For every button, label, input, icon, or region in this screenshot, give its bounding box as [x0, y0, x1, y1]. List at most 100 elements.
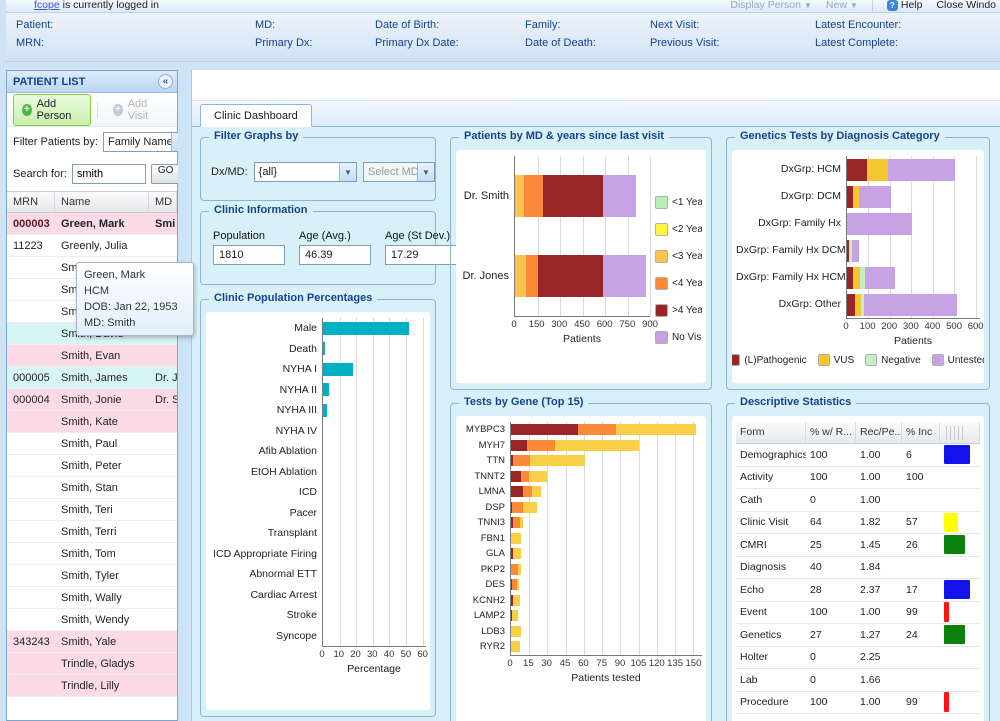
chart-row [511, 453, 702, 469]
stats-inc-cell: 24 [902, 629, 940, 641]
bar-segment [616, 424, 696, 435]
table-row[interactable]: Smith, Wally [7, 587, 177, 609]
tab-clinic-dashboard[interactable]: Clinic Dashboard [200, 104, 312, 127]
add-visit-button[interactable]: +Add Visit [104, 94, 171, 126]
chart-row [323, 482, 426, 503]
table-row[interactable]: Trindle, Lilly [7, 675, 177, 697]
info-field-label: Previous Visit: [650, 37, 815, 49]
chart-row [515, 156, 650, 236]
bar [511, 471, 702, 482]
stats-row[interactable]: Clinic Visit641.8257 [736, 512, 980, 535]
table-row[interactable]: 343243Smith, Yale [7, 631, 177, 653]
table-row[interactable]: Smith, Paul [7, 433, 177, 455]
tick-label: 200 [881, 321, 897, 332]
dx-md-select[interactable]: {all} ▼ [254, 162, 357, 182]
table-row[interactable]: Smith, Evan [7, 345, 177, 367]
table-row[interactable]: Smith, Wendy [7, 609, 177, 631]
panel-splitter[interactable] [178, 70, 192, 721]
bar [323, 445, 426, 458]
cell-mrn: 000004 [7, 394, 55, 406]
stats-form-cell: Clinic Visit [736, 516, 806, 528]
go-button[interactable]: GO [151, 164, 181, 184]
bar-segment [518, 564, 520, 575]
category-labels: MYBPC3MYH7TTNTNNT2LMNADSPTNNI3FBN1GLAPKP… [460, 422, 510, 656]
stats-row[interactable]: Activity1001.00100 [736, 467, 980, 490]
tick-label: 300 [551, 319, 567, 330]
search-input[interactable] [72, 164, 146, 184]
filter-row: Filter Patients by: Family Name ▼ [7, 127, 177, 157]
stats-row[interactable]: Holter02.25 [736, 647, 980, 670]
tick-label: 75 [596, 658, 607, 669]
bar [323, 547, 426, 560]
new-menu[interactable]: New▼ [826, 0, 858, 11]
gridline [962, 426, 963, 440]
table-row[interactable]: 000004Smith, JonieDr. S [7, 389, 177, 411]
info-field-label: Patient: [16, 19, 255, 31]
column-header-name[interactable]: Name [55, 192, 149, 212]
chart-body: MaleDeathNYHA INYHA IINYHA IIINYHA IVAfi… [210, 318, 426, 675]
stats-row[interactable]: CMRI251.4526 [736, 534, 980, 557]
plus-icon: + [22, 104, 32, 116]
column-header-mrn[interactable]: MRN [7, 192, 55, 212]
tick-label: 120 [649, 658, 665, 669]
legend-label: <2 Yea [672, 224, 702, 235]
stats-column-header[interactable]: Rec/Pe... [856, 422, 902, 443]
stats-column-header[interactable]: Form [736, 422, 806, 443]
bar-segment [521, 471, 530, 482]
user-link[interactable]: fcope [34, 0, 60, 11]
chart-area: Dr. SmithDr. Jones0150300450600750900Pat… [460, 156, 702, 383]
chevron-down-icon: ▼ [804, 1, 812, 10]
legend-item: <4 Yea [655, 277, 702, 290]
table-row[interactable]: Smith, Tom [7, 543, 177, 565]
bar-segment [511, 471, 521, 482]
stats-column-header[interactable]: % w/ R... [806, 422, 856, 443]
display-person-menu[interactable]: Display Person▼ [730, 0, 812, 11]
stats-inc-cell: 99 [902, 696, 940, 708]
table-row[interactable]: Smith, Terri [7, 521, 177, 543]
table-row[interactable]: Smith, Tyler [7, 565, 177, 587]
table-row[interactable]: Smith, Teri [7, 499, 177, 521]
chart-body: DxGrp: HCMDxGrp: DCMDxGrp: Family HxDxGr… [736, 156, 980, 347]
patient-info-bar: Patient:MD:Date of Birth:Family:Next Vis… [6, 13, 1000, 62]
column-header-md[interactable]: MD [149, 192, 177, 212]
cell-mrn: 11223 [7, 240, 55, 252]
table-row[interactable]: 000005Smith, JamesDr. J [7, 367, 177, 389]
table-row[interactable]: Smith, Stan [7, 477, 177, 499]
bar-segment [512, 610, 518, 621]
close-window-button[interactable]: Close Windo [936, 0, 996, 11]
table-row[interactable]: Smith, Kate [7, 411, 177, 433]
stats-row[interactable]: Procedure1001.0099 [736, 692, 980, 715]
stats-row[interactable]: Diagnosis401.84 [736, 557, 980, 580]
status-swatch [944, 692, 949, 712]
stats-row[interactable]: Echo282.3717 [736, 579, 980, 602]
stats-row[interactable]: Cath01.00 [736, 489, 980, 512]
table-row[interactable]: Trindle, Gladys [7, 653, 177, 675]
bar [323, 588, 426, 601]
bar [323, 322, 426, 335]
cell-md: Dr. S [149, 394, 177, 406]
cell-name: Smith, Wendy [55, 614, 149, 626]
status-swatch [944, 625, 965, 644]
help-button[interactable]: ?Help [887, 0, 923, 11]
gridline [950, 426, 951, 440]
chart-plot-row: DxGrp: HCMDxGrp: DCMDxGrp: Family HxDxGr… [736, 156, 980, 319]
table-row[interactable]: 11223Greenly, Julia [7, 235, 177, 257]
stats-rec-cell: 1.00 [856, 449, 902, 461]
chart-legend: (L)PathogenicVUSNegativeUntested [736, 354, 980, 366]
category-label: PKP2 [460, 562, 510, 578]
table-row[interactable]: Smith, Peter [7, 455, 177, 477]
plot-area [514, 156, 650, 317]
stats-row[interactable]: Lab01.66 [736, 669, 980, 692]
main-area: Clinic Dashboard Filter Graphs by Dx/MD:… [192, 70, 1000, 721]
stats-row[interactable]: Demographics1001.006 [736, 444, 980, 467]
filter-by-select[interactable]: Family Name ▼ [103, 132, 189, 152]
add-person-button[interactable]: +Add Person [13, 94, 91, 126]
stats-row[interactable]: Event1001.0099 [736, 602, 980, 625]
category-label: Death [210, 339, 322, 360]
collapse-panel-button[interactable]: « [158, 74, 173, 89]
select-md-select[interactable]: Select MD ▼ [363, 162, 435, 182]
stats-column-header[interactable]: % Inc [902, 422, 940, 443]
stats-row[interactable]: Genetics271.2724 [736, 624, 980, 647]
table-row[interactable]: 000003Green, MarkSmi [7, 213, 177, 235]
stats-rec-cell: 1.45 [856, 539, 902, 551]
